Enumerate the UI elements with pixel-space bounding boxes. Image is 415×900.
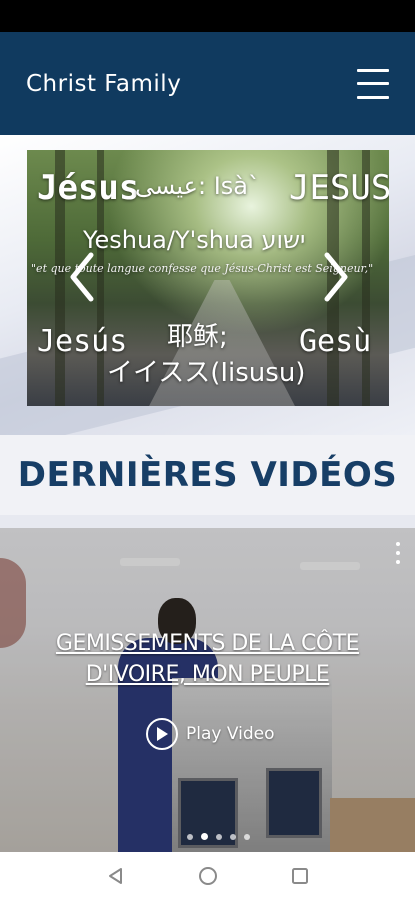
image-slider[interactable]: Jésus عيسى: Isà` JESUS Yeshua/Y'shua ישו… [27, 150, 389, 406]
hamburger-menu-icon[interactable] [357, 68, 389, 99]
slide-text-jesus-fr: Jésus [37, 168, 140, 208]
more-vertical-icon[interactable] [395, 542, 401, 564]
chevron-left-icon[interactable] [69, 252, 95, 302]
pagination-dot[interactable] [244, 833, 250, 840]
slide-text-yeshua: Yeshua/Y'shua ישוע [83, 226, 306, 254]
dot [396, 542, 400, 546]
video-player[interactable]: GEMISSEMENTS DE LA CÔTE D'IVOIRE, MON PE… [0, 528, 415, 852]
home-circle-icon[interactable] [197, 865, 219, 887]
video-overlay [0, 528, 415, 852]
slide-text-japanese: イイスス(Iisusu) [107, 358, 306, 388]
section-header: DERNIÈRES VIDÉOS [0, 435, 415, 515]
app-header: Christ Family [0, 32, 415, 135]
recents-square-icon[interactable] [289, 865, 311, 887]
slide-text-chinese: 耶稣; [167, 322, 228, 352]
play-video-button[interactable]: Play Video [146, 718, 275, 750]
pagination-dot-active[interactable] [201, 833, 208, 840]
pagination-dot[interactable] [230, 833, 236, 840]
status-bar [0, 0, 415, 32]
video-pagination [187, 833, 250, 840]
section-title: DERNIÈRES VIDÉOS [17, 455, 398, 495]
menu-line [357, 82, 389, 85]
pagination-dot[interactable] [187, 833, 193, 840]
video-title-link[interactable]: GEMISSEMENTS DE LA CÔTE D'IVOIRE, MON PE… [0, 628, 415, 690]
dot [396, 551, 400, 555]
dot [396, 560, 400, 564]
play-video-label: Play Video [186, 724, 275, 744]
pagination-dot[interactable] [216, 833, 222, 840]
chevron-right-icon[interactable] [323, 252, 349, 302]
slide-text-arabic: عيسى: Isà` [135, 172, 260, 200]
menu-line [357, 68, 389, 72]
slide-text-gesu: Gesù [299, 324, 372, 359]
system-navigation-bar [0, 852, 415, 900]
menu-line [357, 95, 389, 99]
section-gap [0, 515, 415, 528]
slide-text-jesus-en: JESUS [289, 168, 389, 208]
play-icon [146, 718, 178, 750]
app-title[interactable]: Christ Family [26, 71, 181, 97]
back-triangle-icon[interactable] [105, 865, 127, 887]
